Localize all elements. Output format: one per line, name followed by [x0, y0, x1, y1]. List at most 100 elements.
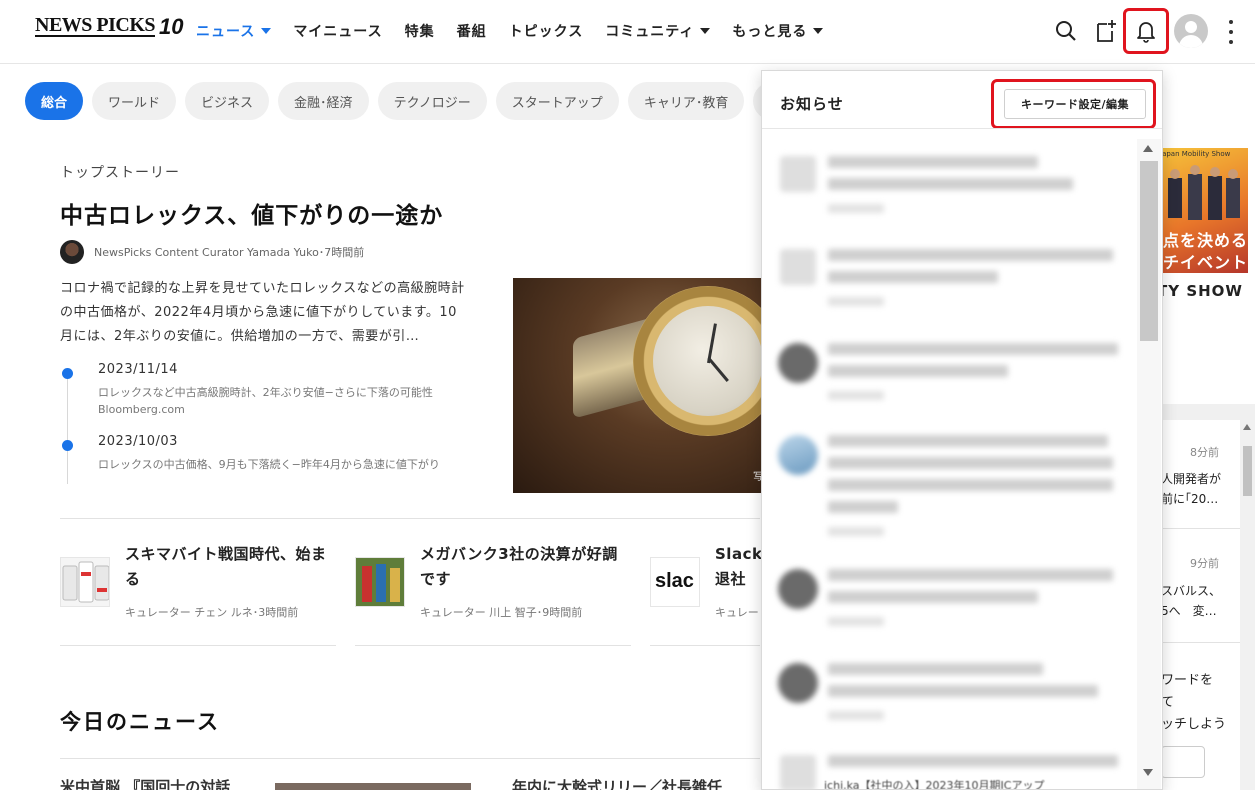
notification-panel: お知らせ キーワード設定/編集 ichi.ka【社中の入】2023年10月期IC…	[761, 70, 1163, 790]
author-avatar[interactable]	[60, 240, 84, 264]
new-post-icon[interactable]	[1093, 18, 1119, 44]
avatar-body	[1179, 35, 1203, 48]
notification-text	[828, 457, 1113, 469]
sub-story[interactable]: メガバンク3社の決算が好調です キュレーター 川上 智子･9時間前	[355, 540, 631, 646]
site-header: NEWS PICKS 10 ニュース マイニュース 特集 番組 トピックス コミ…	[0, 0, 1255, 64]
notification-text	[828, 479, 1113, 491]
divider	[762, 128, 1162, 129]
news-item-title[interactable]: 米中首脳 『国回士の対話	[60, 776, 230, 790]
more-icon[interactable]	[1226, 20, 1236, 44]
notification-item[interactable]	[778, 663, 1123, 723]
chip-business[interactable]: ビジネス	[185, 82, 270, 120]
scroll-up-icon[interactable]	[1143, 145, 1153, 152]
scrollbar-thumb[interactable]	[1140, 161, 1158, 341]
timeline-text: ロレックスの中古価格、9月も下落続く−昨年4月から急速に値下がり	[98, 458, 440, 471]
chip-world[interactable]: ワールド	[92, 82, 177, 120]
today-news-heading: 今日のニュース	[60, 710, 220, 734]
notification-icon	[780, 249, 816, 285]
sub-story-meta: キュレーター 川上 智子･9時間前	[420, 606, 583, 619]
chip-finance[interactable]: 金融･経済	[278, 82, 369, 120]
notification-time	[828, 617, 884, 626]
chip-general[interactable]: 総合	[25, 82, 84, 120]
notification-icon	[778, 569, 818, 609]
nav-community[interactable]: コミュニティ	[605, 21, 711, 41]
nav-news-label: ニュース	[196, 24, 256, 40]
category-chips: 総合 ワールド ビジネス 金融･経済 テクノロジー スタートアップ キャリア･教…	[25, 82, 807, 120]
search-icon[interactable]	[1053, 18, 1079, 44]
chip-career[interactable]: キャリア･教育	[627, 82, 745, 120]
author-text: NewsPicks Content Curator Yamada Yuko･7時…	[94, 246, 365, 259]
notification-text	[828, 501, 898, 513]
bell-icon[interactable]	[1133, 18, 1159, 44]
nav-topics[interactable]: トピックス	[509, 21, 584, 41]
slack-logo-thumbnail: slac	[650, 557, 700, 607]
notification-time	[828, 711, 884, 720]
notification-item[interactable]	[778, 156, 1123, 216]
avatar[interactable]	[1174, 14, 1208, 48]
notification-panel-title: お知らせ	[780, 95, 844, 113]
top-story-title[interactable]: 中古ロレックス、値下がりの一途か	[60, 196, 443, 230]
notification-item[interactable]	[778, 249, 1123, 309]
notification-text	[828, 755, 1118, 767]
timeline-text: ロレックスなど中古高級腕時計、2年ぶり安値−さらに下落の可能性	[98, 386, 433, 399]
nav-more[interactable]: もっと見る	[732, 21, 824, 41]
keyword-settings-button[interactable]: キーワード設定/編集	[1004, 89, 1146, 119]
keyword-promo-button[interactable]	[1161, 746, 1205, 778]
nav-community-label: コミュニティ	[605, 24, 695, 40]
notification-scrollbar[interactable]	[1137, 139, 1161, 789]
notification-item[interactable]	[778, 569, 1123, 629]
sidebar-news-item[interactable]: スバルス、 5へ 変…	[1161, 581, 1251, 621]
sub-story[interactable]: スキマバイト戦国時代、始まる キュレーター チェン ルネ･3時間前	[60, 540, 336, 646]
avatar-head	[1185, 21, 1197, 33]
chevron-down-icon	[813, 28, 824, 34]
nav-features[interactable]: 特集	[405, 21, 435, 41]
divider	[60, 518, 760, 519]
notification-text	[828, 249, 1113, 261]
notification-text	[828, 343, 1118, 355]
scroll-down-icon[interactable]	[1143, 769, 1153, 776]
notification-text	[828, 591, 1038, 603]
nav-more-label: もっと見る	[732, 24, 808, 40]
scrollbar-thumb[interactable]	[1243, 446, 1252, 496]
sidebar-scrollbar[interactable]	[1240, 420, 1255, 790]
sub-story-meta: キュレーター チェン ルネ･3時間前	[125, 606, 299, 619]
notification-icon	[778, 435, 818, 475]
section-label-top-story: トップストーリー	[60, 165, 180, 181]
chip-startup[interactable]: スタートアップ	[495, 82, 619, 120]
chevron-down-icon	[700, 28, 711, 34]
sub-story-title: スキマバイト戦国時代、始まる	[125, 545, 327, 588]
sub-story-meta: キュレー	[715, 606, 759, 619]
news-item-title[interactable]: 年内に大幹式リリー／社長雑任	[512, 776, 722, 790]
top-story-image[interactable]: 写	[513, 278, 773, 493]
main-nav: ニュース マイニュース 特集 番組 トピックス コミュニティ もっと見る	[196, 21, 845, 41]
banner-tagline: Japan Mobility Show	[1160, 150, 1231, 158]
nav-news[interactable]: ニュース	[196, 21, 272, 41]
timeline-dot	[62, 440, 73, 451]
notification-item[interactable]	[778, 435, 1123, 536]
nav-features-label: 特集	[404, 24, 435, 40]
timeline-line	[67, 374, 68, 484]
notification-text	[828, 178, 1073, 190]
nav-my-news[interactable]: マイニュース	[293, 21, 382, 41]
item-time: 9分前	[1190, 557, 1219, 570]
news-item-thumbnail[interactable]	[275, 783, 471, 790]
notification-time	[828, 527, 884, 536]
notification-time	[828, 391, 884, 400]
sub-story-title: メガバンク3社の決算が好調です	[420, 545, 618, 588]
sub-story-thumbnail	[60, 557, 110, 607]
chip-technology[interactable]: テクノロジー	[377, 82, 487, 120]
nav-topics-label: トピックス	[508, 24, 584, 40]
logo-10th-mark: 10	[159, 14, 184, 39]
notification-last-text[interactable]: ichi.ka【社中の入】2023年10月期ICアップ	[824, 777, 1044, 789]
notification-icon	[780, 755, 816, 789]
notification-time	[828, 204, 884, 213]
notification-text	[828, 435, 1108, 447]
sub-story[interactable]: slac Slack 退社 キュレー	[650, 540, 762, 646]
sidebar-news-item[interactable]: 人開発者が 前に｢20…	[1161, 469, 1251, 509]
notification-item[interactable]	[778, 343, 1123, 403]
scroll-up-icon[interactable]	[1243, 424, 1251, 430]
newspicks-logo[interactable]: NEWS PICKS 10	[35, 14, 184, 39]
top-story-summary[interactable]: コロナ禍で記録的な上昇を見せていたロレックスなどの高級腕時計の中古価格が、202…	[60, 277, 470, 349]
nav-programs[interactable]: 番組	[457, 21, 487, 41]
notification-text	[828, 685, 1098, 697]
